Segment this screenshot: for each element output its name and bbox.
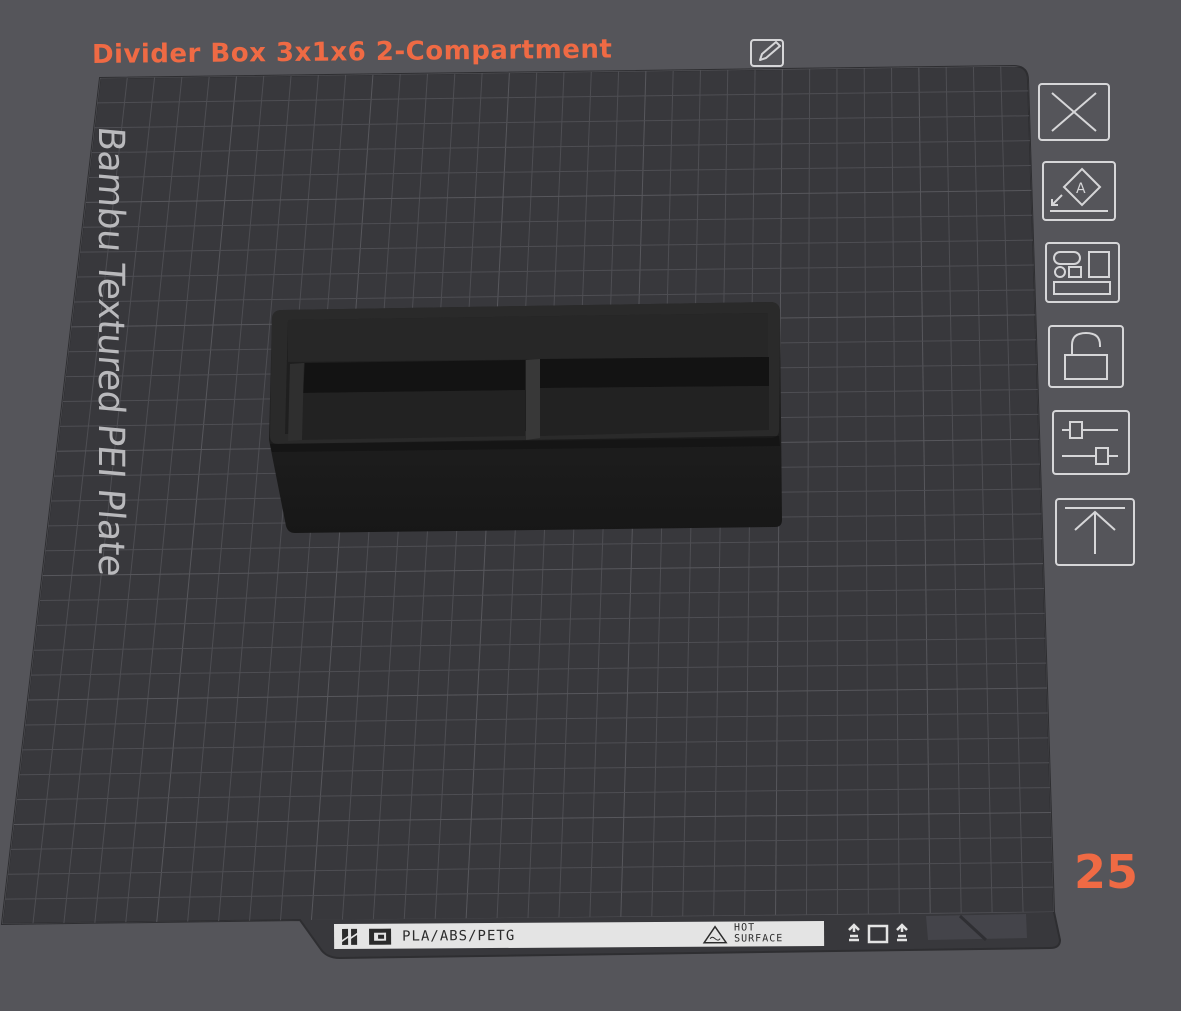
warning-icon: [702, 925, 728, 944]
move-to-top-button[interactable]: [1055, 498, 1135, 566]
lock-plate-button[interactable]: [1048, 325, 1124, 388]
bed-materials-label: PLA/ABS/PETG: [402, 927, 516, 945]
surface-label: SURFACE: [734, 933, 784, 945]
delete-plate-button[interactable]: [1038, 83, 1110, 141]
plate-title[interactable]: Divider Box 3x1x6 2-Compartment: [92, 35, 613, 70]
pencil-icon: [750, 39, 784, 67]
hot-label: HOT: [733, 922, 756, 934]
plate-settings-button[interactable]: [1052, 410, 1130, 475]
edit-plate-name-button[interactable]: [748, 36, 788, 70]
arrange-button[interactable]: [1045, 242, 1120, 303]
auto-orient-button[interactable]: A: [1042, 161, 1116, 221]
bed-info-strip: PLA/ABS/PETG HOT SURFACE: [334, 921, 825, 949]
plate-surface-label: Bambu Textured PEI Plate: [90, 124, 131, 578]
auto-orient-icon: A: [1042, 161, 1116, 221]
plate-settings-icon: [1052, 410, 1130, 475]
svg-text:A: A: [1076, 181, 1086, 197]
model-divider-box[interactable]: [269, 302, 782, 533]
hot-surface-warning: HOT SURFACE: [734, 922, 783, 944]
3d-viewport[interactable]: [0, 0, 1181, 1011]
plate-number: 25: [1074, 845, 1139, 899]
bambu-logo-icon: [342, 928, 392, 945]
move-to-top-icon: [1055, 498, 1135, 566]
arrange-icon: [1045, 242, 1120, 303]
close-icon: [1038, 83, 1110, 141]
lock-icon: [1048, 325, 1124, 388]
